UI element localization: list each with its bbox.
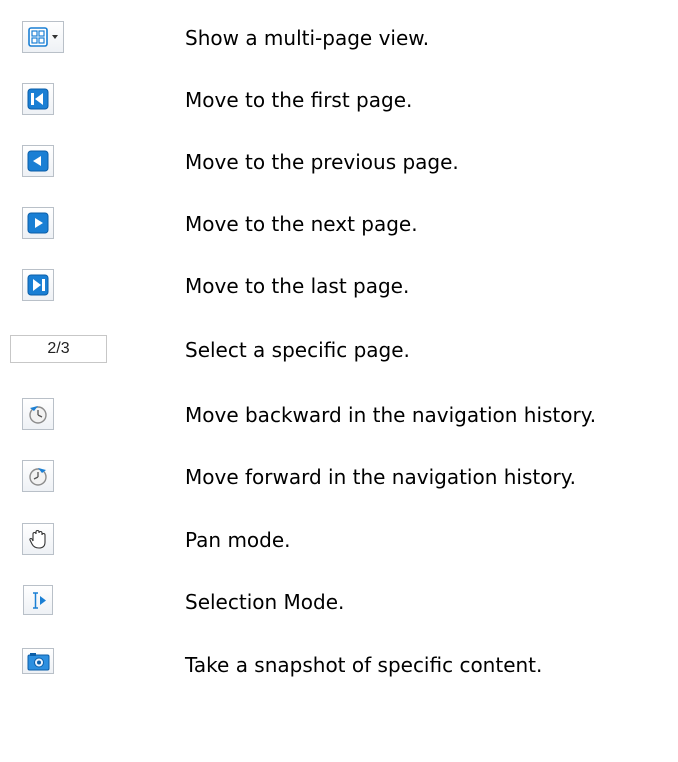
multi-page-view-icon bbox=[28, 27, 58, 47]
item-description: Move to the first page. bbox=[185, 88, 413, 112]
multi-page-view-button[interactable] bbox=[22, 21, 64, 53]
item-selection-mode: Selection Mode. bbox=[0, 582, 678, 622]
last-page-button[interactable] bbox=[22, 269, 54, 301]
page-number-field[interactable]: 2/3 bbox=[10, 335, 107, 363]
pan-mode-button[interactable] bbox=[22, 523, 54, 555]
item-previous-page: Move to the previous page. bbox=[0, 142, 678, 182]
item-description: Selection Mode. bbox=[185, 590, 345, 614]
item-snapshot: Take a snapshot of specific content. bbox=[0, 645, 678, 685]
item-next-page: Move to the next page. bbox=[0, 204, 678, 244]
next-page-button[interactable] bbox=[22, 207, 54, 239]
snapshot-icon bbox=[27, 653, 50, 671]
item-description: Show a multi-page view. bbox=[185, 26, 430, 50]
item-description: Move to the next page. bbox=[185, 212, 418, 236]
snapshot-button[interactable] bbox=[22, 648, 54, 674]
first-page-icon bbox=[27, 88, 49, 110]
previous-page-icon bbox=[27, 150, 49, 172]
first-page-button[interactable] bbox=[22, 83, 54, 115]
history-back-icon bbox=[29, 406, 47, 424]
selection-mode-button[interactable] bbox=[23, 585, 53, 615]
last-page-icon bbox=[27, 274, 49, 296]
item-description: Select a specific page. bbox=[185, 338, 410, 362]
item-description: Move to the previous page. bbox=[185, 150, 459, 174]
history-back-button[interactable] bbox=[22, 398, 54, 430]
history-forward-icon bbox=[29, 468, 47, 486]
item-select-page: 2/3 Select a specific page. bbox=[0, 330, 678, 370]
item-description: Take a snapshot of specific content. bbox=[185, 653, 543, 677]
item-description: Pan mode. bbox=[185, 528, 291, 552]
history-forward-button[interactable] bbox=[22, 460, 54, 492]
item-history-back: Move backward in the navigation history. bbox=[0, 395, 678, 435]
item-last-page: Move to the last page. bbox=[0, 266, 678, 306]
previous-page-button[interactable] bbox=[22, 145, 54, 177]
pan-hand-icon bbox=[29, 529, 46, 549]
item-history-forward: Move forward in the navigation history. bbox=[0, 457, 678, 497]
item-multi-page-view: Show a multi-page view. bbox=[0, 18, 678, 58]
selection-mode-icon bbox=[33, 592, 46, 609]
next-page-icon bbox=[27, 212, 49, 234]
item-pan-mode: Pan mode. bbox=[0, 520, 678, 560]
item-first-page: Move to the first page. bbox=[0, 80, 678, 120]
item-description: Move forward in the navigation history. bbox=[185, 465, 577, 489]
item-description: Move to the last page. bbox=[185, 274, 410, 298]
item-description: Move backward in the navigation history. bbox=[185, 403, 597, 427]
